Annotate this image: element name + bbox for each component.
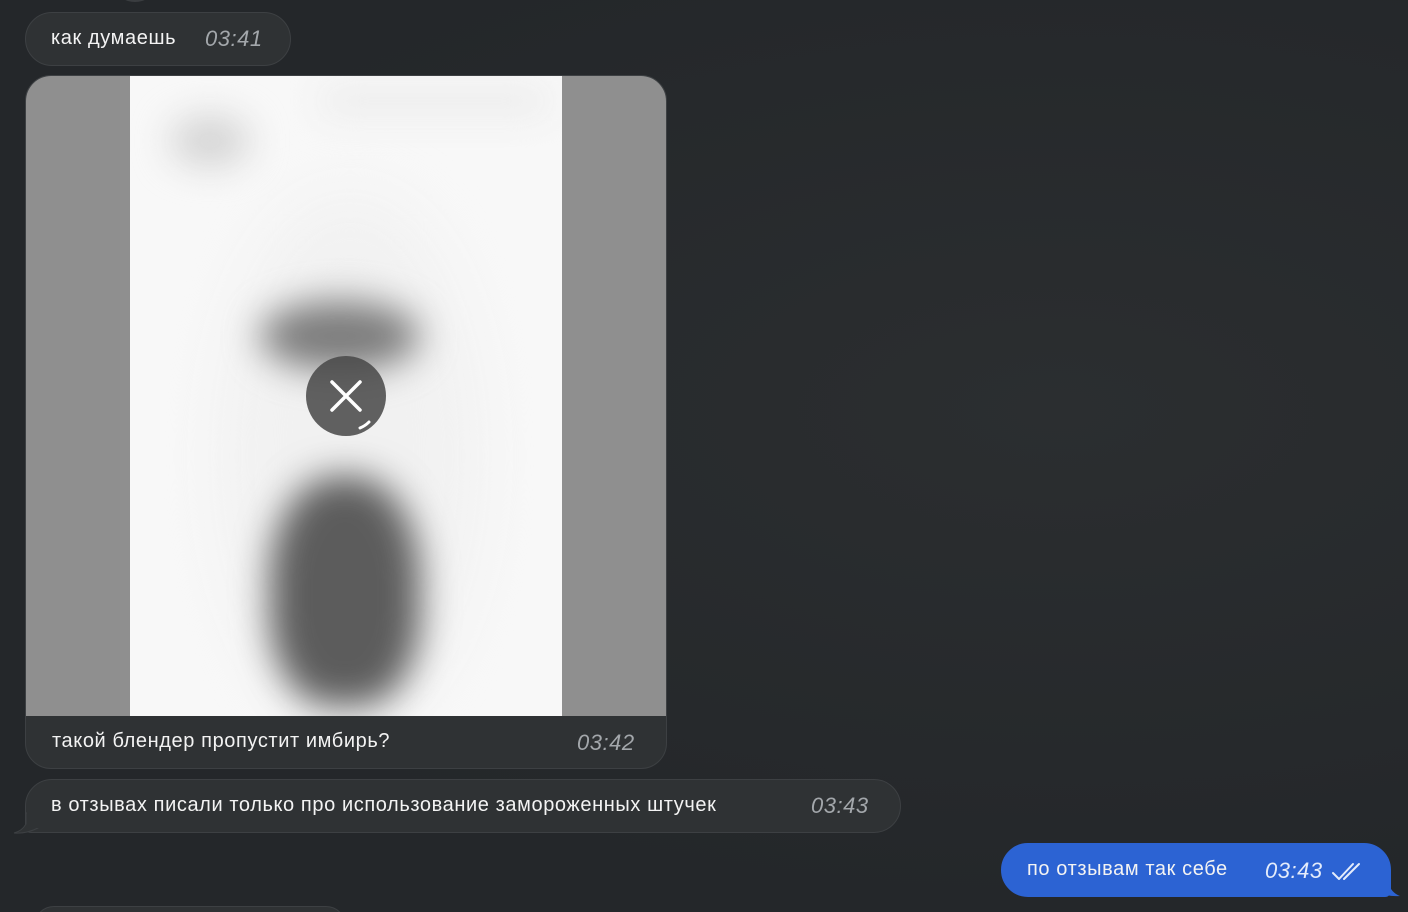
photo-blur-band	[320, 86, 550, 116]
chat-history[interactable]: как думаешь 03:41 такой блендер пропусти…	[0, 0, 1408, 912]
message-text: в отзывах писали только про использовани…	[51, 794, 717, 816]
message-text: как думаешь	[51, 27, 177, 49]
photo-blur-shape	[170, 116, 250, 166]
download-cancel-button[interactable]	[306, 356, 386, 436]
message-bubble-outgoing[interactable]: по отзывам так себе 03:43	[1001, 843, 1391, 897]
photo-blur-body	[270, 476, 420, 706]
bubble-tail-icon	[1376, 876, 1400, 897]
message-text: по отзывам так себе	[1027, 858, 1228, 880]
message-time: 03:43	[811, 793, 869, 818]
message-time: 03:41	[205, 26, 263, 51]
message-bubble-image[interactable]: такой блендер пропустит имбирь? 03:42	[25, 75, 667, 769]
message-time: 03:43	[1265, 858, 1323, 883]
message-caption: такой блендер пропустит имбирь?	[52, 730, 391, 752]
close-icon	[330, 380, 371, 430]
message-bubble-incoming[interactable]	[34, 906, 346, 912]
bubble-tail-icon	[13, 812, 39, 834]
message-time: 03:42	[577, 730, 635, 755]
avatar	[118, 0, 152, 2]
message-bubble-incoming[interactable]: как думаешь 03:41	[25, 12, 291, 66]
image-preview[interactable]	[26, 76, 666, 716]
double-check-icon	[1332, 863, 1360, 880]
message-bubble-incoming[interactable]: в отзывах писали только про использовани…	[25, 779, 901, 833]
